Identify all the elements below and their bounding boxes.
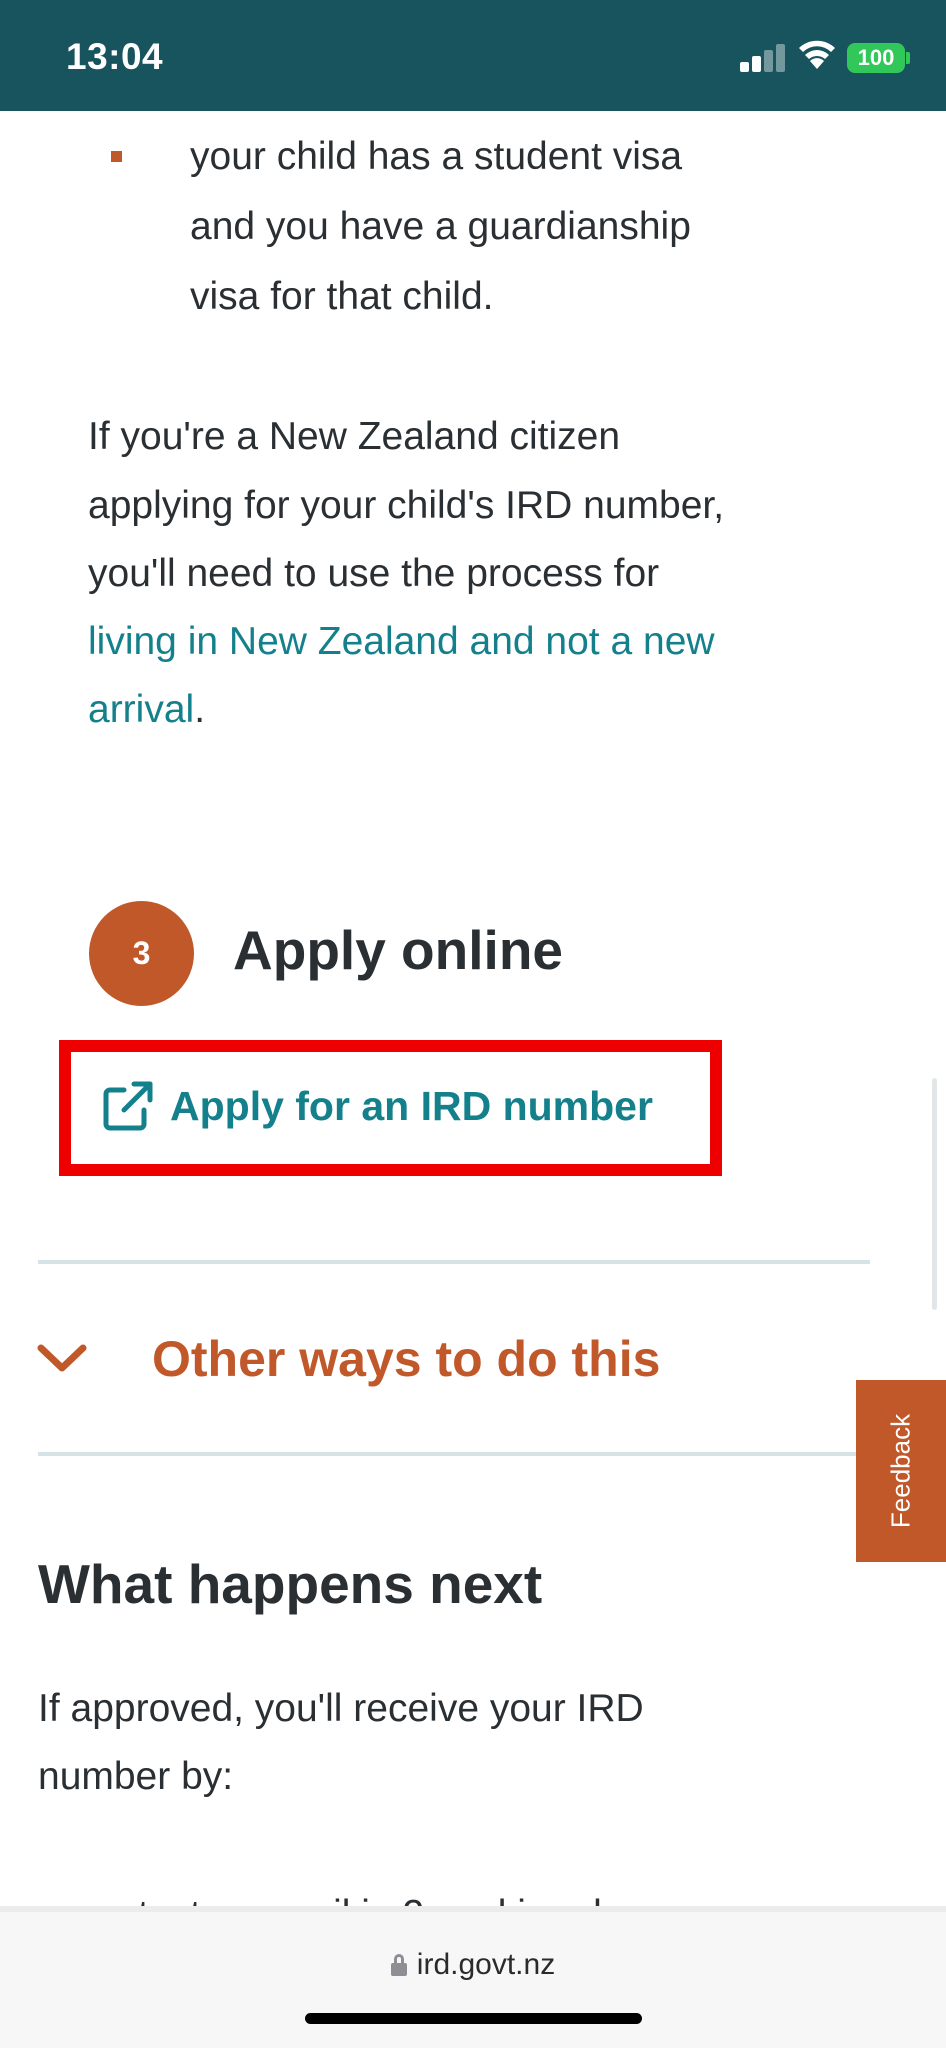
apply-ird-number-label: Apply for an IRD number xyxy=(170,1082,653,1129)
paragraph-line: applying for your child's IRD number, xyxy=(88,484,725,527)
status-bar: 13:04 100 xyxy=(0,0,946,111)
paragraph-line: number by: xyxy=(38,1755,234,1798)
signal-icon xyxy=(740,42,786,72)
url-display[interactable]: ird.govt.nz xyxy=(0,1948,946,1982)
url-domain: ird.govt.nz xyxy=(416,1948,556,1981)
accordion-label: Other ways to do this xyxy=(152,1331,661,1387)
feedback-tab[interactable]: Feedback xyxy=(856,1380,946,1562)
apply-ird-number-link[interactable]: Apply for an IRD number xyxy=(100,1078,653,1134)
period: . xyxy=(194,688,206,731)
divider xyxy=(38,1452,870,1456)
wifi-icon xyxy=(799,40,835,69)
paragraph-line: If you're a New Zealand citizen xyxy=(88,415,621,458)
living-in-nz-link[interactable]: living in New Zealand and not a new xyxy=(88,607,715,677)
paragraph-line: you'll need to use the process for xyxy=(88,552,660,595)
list-item-line: your child has a student visa xyxy=(190,135,683,178)
battery-icon: 100 xyxy=(847,43,905,73)
scrollbar[interactable] xyxy=(932,1078,937,1310)
home-indicator[interactable] xyxy=(305,2013,642,2024)
step-heading: Apply online xyxy=(233,919,563,981)
lock-icon xyxy=(390,1954,407,1976)
list-bullet xyxy=(111,151,122,162)
chevron-down-icon xyxy=(37,1344,87,1372)
list-item-line: visa for that child. xyxy=(190,275,494,318)
external-link-icon xyxy=(103,1081,153,1131)
battery-tip xyxy=(906,52,910,64)
paragraph-line: If approved, you'll receive your IRD xyxy=(38,1687,644,1730)
divider xyxy=(38,1260,870,1264)
living-in-nz-link-cont[interactable]: arrival xyxy=(88,688,194,731)
feedback-label: Feedback xyxy=(885,1413,916,1529)
status-time: 13:04 xyxy=(66,36,164,77)
paragraph-line: arrival. xyxy=(88,675,205,745)
step-number-badge: 3 xyxy=(89,901,194,1006)
section-heading: What happens next xyxy=(38,1553,543,1615)
list-item-line: and you have a guardianship xyxy=(190,205,691,248)
other-ways-accordion[interactable]: Other ways to do this xyxy=(36,1320,836,1396)
